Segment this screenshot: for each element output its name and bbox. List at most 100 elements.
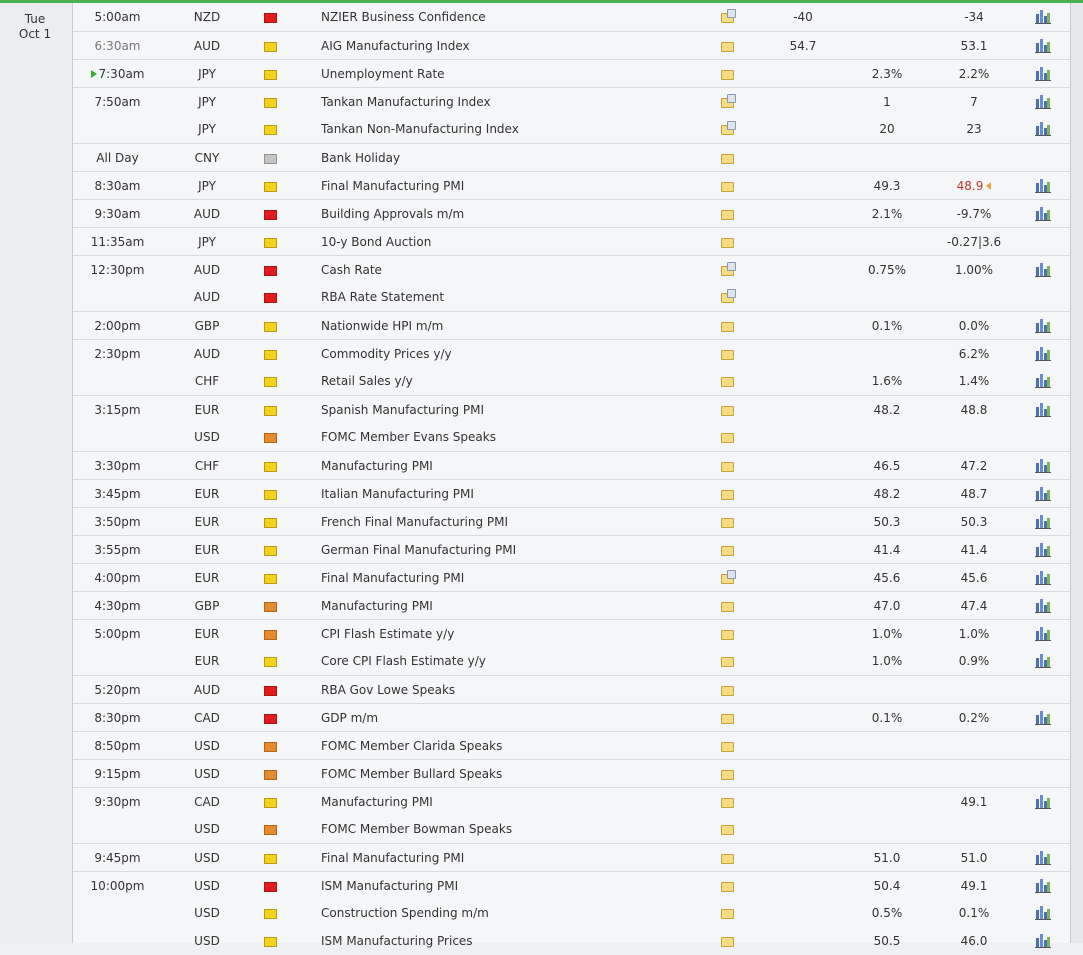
table-row[interactable]: 4:30pm GBP Manufacturing PMI 47.0 47.4 bbox=[73, 591, 1070, 619]
impact-icon[interactable] bbox=[264, 909, 277, 919]
event-title[interactable]: Unemployment Rate bbox=[321, 60, 701, 88]
event-title[interactable]: CPI Flash Estimate y/y bbox=[321, 620, 701, 648]
folder-icon[interactable] bbox=[721, 182, 734, 192]
event-title[interactable]: ISM Manufacturing PMI bbox=[321, 872, 701, 900]
event-title[interactable]: FOMC Member Bullard Speaks bbox=[321, 760, 701, 788]
impact-icon[interactable] bbox=[264, 602, 277, 612]
impact-icon[interactable] bbox=[264, 433, 277, 443]
table-row[interactable]: 12:30pm AUD Cash Rate 0.75% 1.00% bbox=[73, 255, 1070, 283]
bar-chart-icon[interactable] bbox=[1035, 67, 1051, 81]
folder-icon[interactable] bbox=[721, 322, 734, 332]
bar-chart-icon[interactable] bbox=[1035, 347, 1051, 361]
event-title[interactable]: Nationwide HPI m/m bbox=[321, 312, 701, 340]
folder-document-icon[interactable] bbox=[721, 94, 736, 108]
folder-icon[interactable] bbox=[721, 854, 734, 864]
impact-icon[interactable] bbox=[264, 657, 277, 667]
table-row[interactable]: 2:00pm GBP Nationwide HPI m/m 0.1% 0.0% bbox=[73, 311, 1070, 339]
event-title[interactable]: French Final Manufacturing PMI bbox=[321, 508, 701, 536]
bar-chart-icon[interactable] bbox=[1035, 711, 1051, 725]
bar-chart-icon[interactable] bbox=[1035, 654, 1051, 668]
table-row[interactable]: 7:30am JPY Unemployment Rate 2.3% 2.2% bbox=[73, 59, 1070, 87]
bar-chart-icon[interactable] bbox=[1035, 10, 1051, 24]
event-title[interactable]: Building Approvals m/m bbox=[321, 200, 701, 228]
event-title[interactable]: Bank Holiday bbox=[321, 144, 701, 172]
folder-icon[interactable] bbox=[721, 490, 734, 500]
impact-icon[interactable] bbox=[264, 322, 277, 332]
folder-icon[interactable] bbox=[721, 377, 734, 387]
table-row[interactable]: 7:50am JPY Tankan Manufacturing Index 1 7 bbox=[73, 87, 1070, 115]
event-title[interactable]: Spanish Manufacturing PMI bbox=[321, 396, 701, 424]
impact-icon[interactable] bbox=[264, 546, 277, 556]
impact-icon[interactable] bbox=[264, 462, 277, 472]
bar-chart-icon[interactable] bbox=[1035, 403, 1051, 417]
folder-icon[interactable] bbox=[721, 742, 734, 752]
event-title[interactable]: AIG Manufacturing Index bbox=[321, 32, 701, 60]
table-row[interactable]: 9:15pm USD FOMC Member Bullard Speaks bbox=[73, 759, 1070, 787]
impact-icon[interactable] bbox=[264, 518, 277, 528]
event-title[interactable]: Final Manufacturing PMI bbox=[321, 172, 701, 200]
bar-chart-icon[interactable] bbox=[1035, 571, 1051, 585]
folder-document-icon[interactable] bbox=[721, 289, 736, 303]
folder-icon[interactable] bbox=[721, 909, 734, 919]
impact-icon[interactable] bbox=[264, 266, 277, 276]
folder-icon[interactable] bbox=[721, 70, 734, 80]
bar-chart-icon[interactable] bbox=[1035, 459, 1051, 473]
bar-chart-icon[interactable] bbox=[1035, 95, 1051, 109]
table-row[interactable]: 3:55pm EUR German Final Manufacturing PMI 4… bbox=[73, 535, 1070, 563]
table-row[interactable]: 3:50pm EUR French Final Manufacturing PMI 5… bbox=[73, 507, 1070, 535]
table-row[interactable]: USD FOMC Member Bowman Speaks bbox=[73, 815, 1070, 843]
event-title[interactable]: ISM Manufacturing Prices bbox=[321, 927, 701, 955]
table-row[interactable]: 9:45pm USD Final Manufacturing PMI 51.0 51.0 bbox=[73, 843, 1070, 871]
folder-document-icon[interactable] bbox=[721, 262, 736, 276]
table-row[interactable]: 9:30pm CAD Manufacturing PMI 49.1 bbox=[73, 787, 1070, 815]
event-title[interactable]: Tankan Manufacturing Index bbox=[321, 88, 701, 116]
impact-icon[interactable] bbox=[264, 182, 277, 192]
event-title[interactable]: Core CPI Flash Estimate y/y bbox=[321, 647, 701, 675]
bar-chart-icon[interactable] bbox=[1035, 543, 1051, 557]
folder-icon[interactable] bbox=[721, 686, 734, 696]
table-row[interactable]: 3:15pm EUR Spanish Manufacturing PMI 48.2 48… bbox=[73, 395, 1070, 423]
folder-icon[interactable] bbox=[721, 798, 734, 808]
bar-chart-icon[interactable] bbox=[1035, 879, 1051, 893]
folder-icon[interactable] bbox=[721, 350, 734, 360]
event-title[interactable]: Manufacturing PMI bbox=[321, 452, 701, 480]
bar-chart-icon[interactable] bbox=[1035, 122, 1051, 136]
table-row[interactable]: 6:30am AUD AIG Manufacturing Index 54.7 53.1 bbox=[73, 31, 1070, 59]
event-previous[interactable]: 48.9 bbox=[931, 172, 1017, 200]
scroll-strip[interactable] bbox=[1070, 3, 1083, 943]
event-title[interactable]: 10-y Bond Auction bbox=[321, 228, 701, 256]
folder-icon[interactable] bbox=[721, 462, 734, 472]
impact-icon[interactable] bbox=[264, 937, 277, 947]
folder-icon[interactable] bbox=[721, 42, 734, 52]
folder-icon[interactable] bbox=[721, 630, 734, 640]
event-title[interactable]: RBA Rate Statement bbox=[321, 283, 701, 311]
folder-icon[interactable] bbox=[721, 657, 734, 667]
table-row[interactable]: AUD RBA Rate Statement bbox=[73, 283, 1070, 311]
bar-chart-icon[interactable] bbox=[1035, 851, 1051, 865]
table-row[interactable]: USD FOMC Member Evans Speaks bbox=[73, 423, 1070, 451]
folder-icon[interactable] bbox=[721, 433, 734, 443]
folder-icon[interactable] bbox=[721, 406, 734, 416]
event-title[interactable]: Commodity Prices y/y bbox=[321, 340, 701, 368]
impact-icon[interactable] bbox=[264, 238, 277, 248]
folder-document-icon[interactable] bbox=[721, 9, 736, 23]
table-row[interactable]: CHF Retail Sales y/y 1.6% 1.4% bbox=[73, 367, 1070, 395]
bar-chart-icon[interactable] bbox=[1035, 515, 1051, 529]
event-title[interactable]: FOMC Member Clarida Speaks bbox=[321, 732, 701, 760]
impact-icon[interactable] bbox=[264, 293, 277, 303]
impact-icon[interactable] bbox=[264, 825, 277, 835]
folder-icon[interactable] bbox=[721, 882, 734, 892]
table-row[interactable]: 2:30pm AUD Commodity Prices y/y 6.2% bbox=[73, 339, 1070, 367]
table-row[interactable]: JPY Tankan Non-Manufacturing Index 20 23 bbox=[73, 115, 1070, 143]
table-row[interactable]: 9:30am AUD Building Approvals m/m 2.1% -9.7% bbox=[73, 199, 1070, 227]
impact-icon[interactable] bbox=[264, 798, 277, 808]
event-title[interactable]: Manufacturing PMI bbox=[321, 788, 701, 816]
impact-icon[interactable] bbox=[264, 574, 277, 584]
folder-icon[interactable] bbox=[721, 238, 734, 248]
event-title[interactable]: German Final Manufacturing PMI bbox=[321, 536, 701, 564]
bar-chart-icon[interactable] bbox=[1035, 795, 1051, 809]
bar-chart-icon[interactable] bbox=[1035, 207, 1051, 221]
event-title[interactable]: Construction Spending m/m bbox=[321, 899, 701, 927]
bar-chart-icon[interactable] bbox=[1035, 374, 1051, 388]
impact-icon[interactable] bbox=[264, 686, 277, 696]
